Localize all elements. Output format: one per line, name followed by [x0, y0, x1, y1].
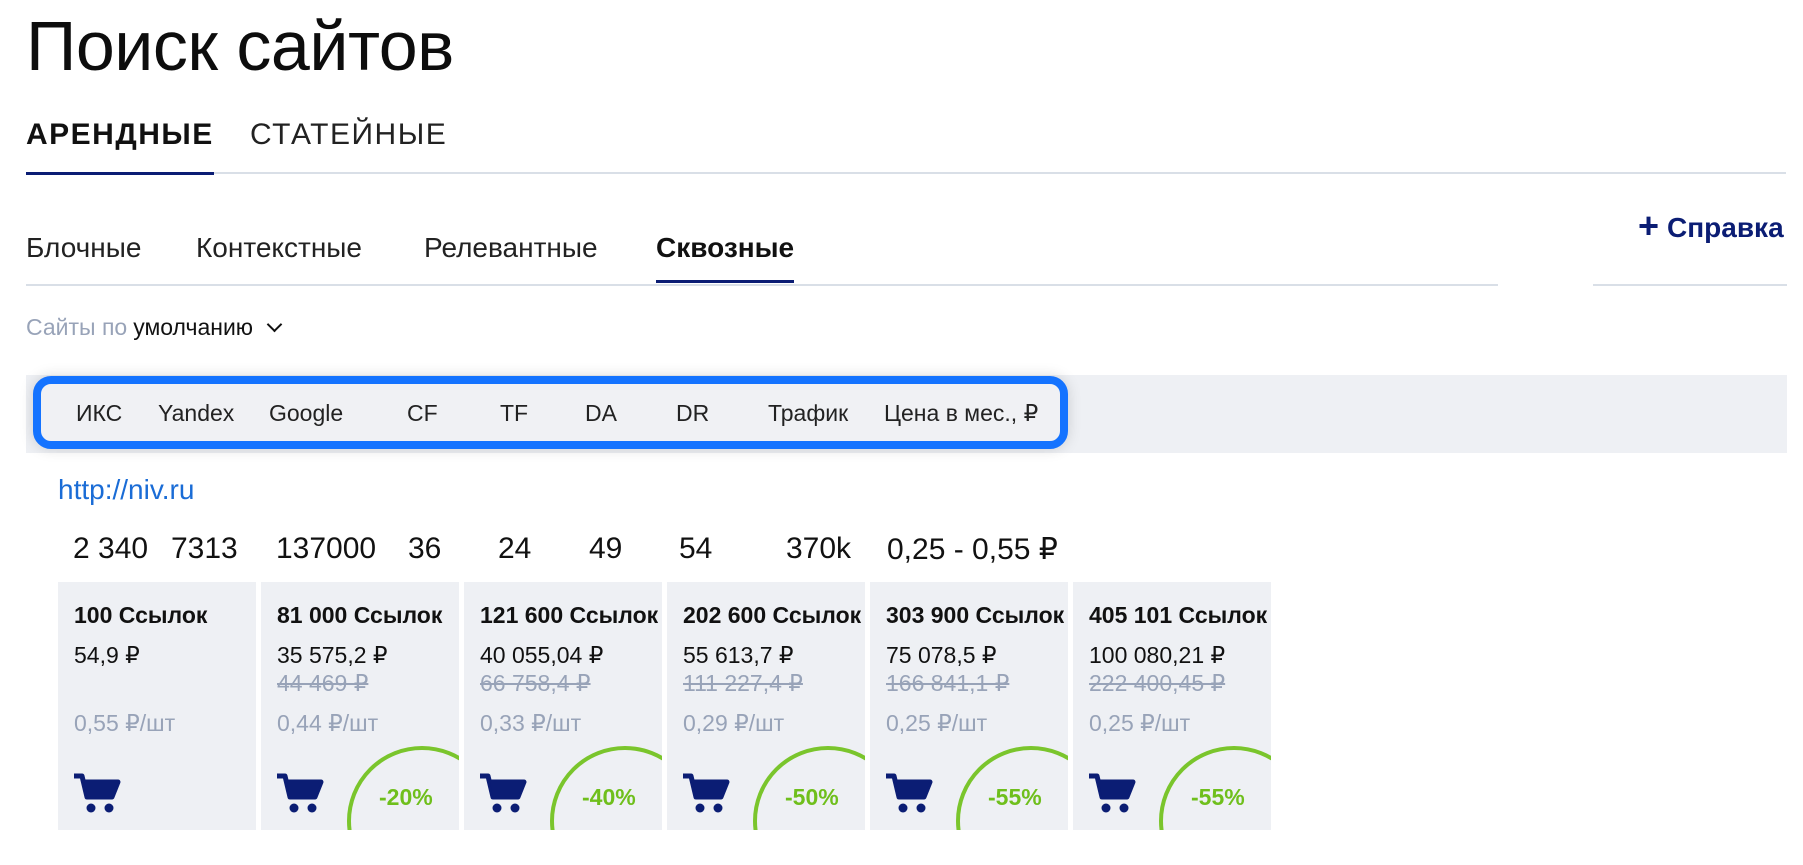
column-price[interactable]: Цена в мес., ₽ [884, 400, 1038, 427]
tab-contextual[interactable]: Контекстные [196, 232, 362, 282]
offer-old-price: 111 227,4 ₽ [683, 670, 803, 696]
column-traffic[interactable]: Трафик [768, 400, 848, 427]
offer-unit-price: 0,25 ₽/шт [1089, 710, 1191, 736]
offer-unit-price: 0,55 ₽/шт [74, 710, 176, 736]
discount-badge: -55% [988, 784, 1042, 810]
offer-unit-price: 0,29 ₽/шт [683, 710, 785, 736]
offer-card[interactable]: 303 900 Ссылок 75 078,5 ₽ 166 841,1 ₽ 0,… [870, 582, 1068, 830]
cart-icon[interactable] [681, 772, 731, 814]
column-cf[interactable]: CF [407, 400, 438, 427]
metric-traffic: 370k [786, 532, 852, 565]
discount-badge: -55% [1191, 784, 1245, 810]
sort-selector[interactable]: Сайты по умолчанию [26, 314, 283, 341]
metric-da: 49 [589, 532, 623, 565]
discount-badge: -40% [582, 784, 636, 810]
offer-old-price: 222 400,45 ₽ [1089, 670, 1226, 696]
sort-value[interactable]: умолчанию [133, 314, 253, 341]
metric-cf: 36 [408, 532, 442, 565]
sort-prefix: Сайты по [26, 314, 128, 340]
tab-block[interactable]: Блочные [26, 232, 141, 282]
site-link[interactable]: http://niv.ru [58, 474, 194, 506]
offer-links: 303 900 Ссылок [886, 602, 1065, 628]
offer-price: 35 575,2 ₽ [277, 642, 388, 668]
page-title: Поиск сайтов [26, 7, 454, 85]
metric-iks: 2 340 [73, 532, 149, 565]
column-tf[interactable]: TF [500, 400, 528, 427]
offer-links: 202 600 Ссылок [683, 602, 862, 628]
offer-price: 55 613,7 ₽ [683, 642, 794, 668]
offer-links: 81 000 Ссылок [277, 602, 443, 628]
help-divider [1593, 284, 1787, 286]
column-google[interactable]: Google [269, 400, 343, 427]
offer-links: 121 600 Ссылок [480, 602, 659, 628]
column-dr[interactable]: DR [676, 400, 709, 427]
discount-badge: -50% [785, 784, 839, 810]
offer-price: 54,9 ₽ [74, 642, 140, 668]
offer-unit-price: 0,44 ₽/шт [277, 710, 379, 736]
tab-rental[interactable]: АРЕНДНЫЕ [26, 118, 214, 175]
offer-links: 100 Ссылок [74, 602, 208, 628]
offer-price: 100 080,21 ₽ [1089, 642, 1226, 668]
help-link[interactable]: + Справка [1638, 208, 1784, 244]
offer-unit-price: 0,33 ₽/шт [480, 710, 582, 736]
column-da[interactable]: DA [585, 400, 617, 427]
cart-icon[interactable] [478, 772, 528, 814]
tab-sitewide[interactable]: Сквозные [656, 232, 795, 283]
column-yandex[interactable]: Yandex [158, 400, 234, 427]
discount-badge: -20% [379, 784, 433, 810]
offer-old-price: 66 758,4 ₽ [480, 670, 591, 696]
metric-google: 137000 [276, 532, 377, 565]
offer-card[interactable]: 100 Ссылок 54,9 ₽ 0,55 ₽/шт [58, 582, 256, 830]
cart-icon[interactable] [72, 772, 122, 814]
metric-tf: 24 [498, 532, 532, 565]
tab-relevant[interactable]: Релевантные [424, 232, 598, 282]
offer-card[interactable]: 405 101 Ссылок 100 080,21 ₽ 222 400,45 ₽… [1073, 582, 1271, 830]
metric-price-range: 0,25 - 0,55 ₽ [887, 533, 1058, 566]
cart-icon[interactable] [275, 772, 325, 814]
offer-card[interactable]: 121 600 Ссылок 40 055,04 ₽ 66 758,4 ₽ 0,… [464, 582, 662, 830]
offer-old-price: 44 469 ₽ [277, 670, 369, 696]
offer-old-price: 166 841,1 ₽ [886, 670, 1010, 696]
chevron-down-icon[interactable] [266, 316, 283, 333]
offer-unit-price: 0,25 ₽/шт [886, 710, 988, 736]
offer-card[interactable]: 202 600 Ссылок 55 613,7 ₽ 111 227,4 ₽ 0,… [667, 582, 865, 830]
offer-price: 40 055,04 ₽ [480, 642, 604, 668]
cart-icon[interactable] [884, 772, 934, 814]
metric-yandex: 7313 [171, 532, 238, 565]
offer-price: 75 078,5 ₽ [886, 642, 997, 668]
main-tabs: АРЕНДНЫЕ СТАТЕЙНЫЕ [26, 112, 1786, 175]
tab-articles[interactable]: СТАТЕЙНЫЕ [250, 118, 447, 172]
plus-icon: + [1638, 205, 1660, 246]
cart-icon[interactable] [1087, 772, 1137, 814]
sub-tabs: Блочные Контекстные Релевантные Сквозные [26, 228, 1498, 286]
help-label: Справка [1667, 212, 1784, 243]
column-iks[interactable]: ИКС [76, 400, 122, 427]
offer-card[interactable]: 81 000 Ссылок 35 575,2 ₽ 44 469 ₽ 0,44 ₽… [261, 582, 459, 830]
offer-links: 405 101 Ссылок [1089, 602, 1268, 628]
metric-dr: 54 [679, 532, 713, 565]
